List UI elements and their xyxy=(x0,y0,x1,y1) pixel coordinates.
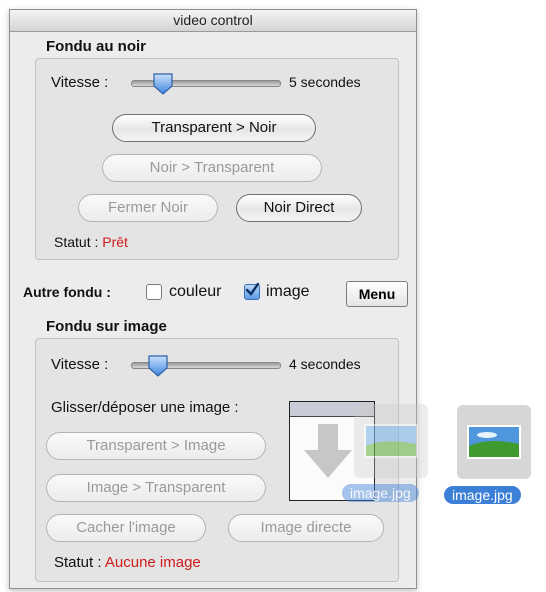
drop-image-label: Glisser/déposer une image : xyxy=(51,399,239,416)
fade-black-title: Fondu au noir xyxy=(46,38,146,55)
desktop-file-thumbnail[interactable] xyxy=(457,405,531,479)
fade-black-status-label: Statut : xyxy=(54,234,99,250)
dragged-file-name: image.jpg xyxy=(342,484,419,502)
direct-image-button[interactable]: Image directe xyxy=(228,514,384,542)
transparent-to-image-button[interactable]: Transparent > Image xyxy=(46,432,266,460)
black-to-transparent-button[interactable]: Noir > Transparent xyxy=(102,154,322,182)
menu-button[interactable]: Menu xyxy=(346,281,408,307)
color-checkbox-label: couleur xyxy=(169,283,222,300)
desktop-file-name[interactable]: image.jpg xyxy=(444,486,521,504)
landscape-image-icon xyxy=(364,424,418,458)
fade-image-status-label: Statut : xyxy=(54,554,102,571)
fade-black-speed-value: 5 secondes xyxy=(289,74,361,90)
fade-black-speed-label: Vitesse : xyxy=(51,74,109,91)
fade-image-status-value: Aucune image xyxy=(104,554,201,571)
fade-black-status: Statut : Prêt xyxy=(54,234,128,250)
fade-image-speed-knob[interactable] xyxy=(147,354,169,378)
checkmark-icon xyxy=(245,282,260,296)
color-checkbox[interactable] xyxy=(146,284,162,300)
drop-arrow-icon xyxy=(304,424,352,478)
fade-image-title: Fondu sur image xyxy=(46,318,167,335)
fade-image-speed-label: Vitesse : xyxy=(51,356,109,373)
window-title: video control xyxy=(10,10,416,32)
fade-image-status: Statut : Aucune image xyxy=(54,554,201,571)
black-direct-button[interactable]: Noir Direct xyxy=(236,194,362,222)
fade-image-speed-value: 4 secondes xyxy=(289,356,361,372)
hide-image-button[interactable]: Cacher l'image xyxy=(46,514,206,542)
dragged-file-thumbnail[interactable] xyxy=(354,404,428,478)
fade-black-status-value: Prêt xyxy=(102,234,128,250)
close-black-button[interactable]: Fermer Noir xyxy=(78,194,218,222)
other-fade-label: Autre fondu : xyxy=(23,284,111,300)
transparent-to-black-button[interactable]: Transparent > Noir xyxy=(112,114,316,142)
fade-black-speed-knob[interactable] xyxy=(152,72,174,96)
landscape-image-icon xyxy=(467,425,521,459)
image-to-transparent-button[interactable]: Image > Transparent xyxy=(46,474,266,502)
image-checkbox-label: image xyxy=(266,283,310,300)
image-checkbox[interactable] xyxy=(244,282,260,300)
